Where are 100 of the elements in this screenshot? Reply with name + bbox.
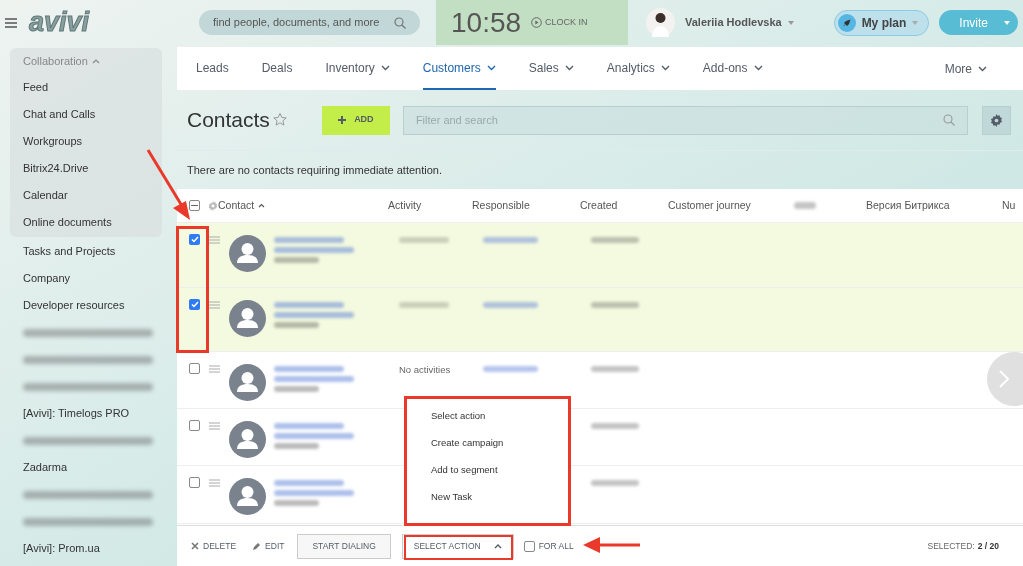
avatar-icon [229, 478, 266, 515]
settings-icon [990, 113, 1003, 127]
close-icon [191, 542, 199, 550]
blurred-text [274, 443, 319, 449]
play-icon [531, 17, 543, 28]
edit-button[interactable]: EDIT [252, 539, 285, 553]
more-tab[interactable]: More [944, 47, 987, 90]
sidebar-item[interactable]: Developer resources [10, 292, 162, 319]
column-header[interactable]: Nu [1002, 197, 1016, 214]
search-icon [394, 16, 406, 29]
column-header[interactable]: Contact [218, 197, 266, 214]
avatar-icon [229, 421, 266, 458]
drag-handle-icon[interactable] [209, 478, 220, 487]
for-all-checkbox[interactable] [523, 540, 535, 552]
row-checkbox[interactable] [189, 363, 200, 374]
column-header[interactable]: Activity [388, 197, 422, 214]
selected-count: 2 / 20 [977, 539, 999, 553]
blurred-text [274, 423, 344, 429]
chevron-down-icon [660, 64, 670, 71]
settings-button[interactable] [982, 105, 1011, 135]
chevron-right-icon [999, 370, 1009, 388]
blurred-text [483, 237, 538, 243]
sidebar-item[interactable]: Calendar [10, 182, 162, 209]
drag-handle-icon[interactable] [209, 235, 220, 244]
notice-text: There are no contacts requiring immediate attention. [187, 162, 442, 178]
sidebar-item[interactable]: Zadarma [10, 454, 162, 481]
sidebar-item[interactable]: Chat and Calls [10, 101, 162, 128]
avatar-icon [229, 364, 266, 401]
nav-tab[interactable]: Sales [528, 47, 574, 90]
drag-handle-icon[interactable] [209, 300, 220, 309]
drag-handle-icon[interactable] [209, 421, 220, 430]
star-icon[interactable] [271, 112, 288, 128]
table-row[interactable] [177, 223, 1023, 288]
delete-button[interactable]: DELETE [191, 539, 237, 553]
blurred-text [591, 480, 639, 486]
add-button[interactable]: ADD [321, 105, 390, 135]
start-dialing-button[interactable]: START DIALING [297, 533, 391, 559]
blurred-text [591, 366, 639, 372]
caret-icon [912, 20, 919, 25]
nav-tab[interactable]: Customers [422, 47, 496, 90]
drag-handle-icon[interactable] [209, 364, 220, 373]
page-title: Contacts [187, 107, 270, 134]
menu-item[interactable]: New Task [407, 483, 568, 510]
select-all-checkbox[interactable] [189, 200, 200, 211]
avatar-icon [229, 300, 266, 337]
avatar-icon [229, 235, 266, 272]
avatar[interactable] [646, 8, 675, 37]
plus-icon [338, 116, 347, 124]
sidebar-item[interactable]: Tasks and Projects [10, 238, 162, 265]
chevron-down-icon [486, 64, 496, 71]
blurred-text [591, 237, 639, 243]
chevron-down-icon [380, 64, 390, 71]
blurred-text [274, 366, 344, 372]
blurred-text [483, 366, 538, 372]
clock-in-button[interactable]: CLOCK IN [531, 15, 588, 30]
menu-icon[interactable] [5, 17, 17, 28]
row-checkbox[interactable] [189, 477, 200, 488]
user-menu[interactable]: Valeriia Hodlevska [685, 14, 794, 31]
selected-label: SELECTED: [927, 539, 975, 553]
nav-tab[interactable]: Inventory [325, 47, 390, 90]
column-header[interactable]: Версия Битрикса [866, 197, 950, 214]
select-action-button[interactable]: SELECT ACTION [401, 533, 514, 559]
menu-item[interactable]: Add to segment [407, 456, 568, 483]
sidebar-item[interactable]: Workgroups [10, 128, 162, 155]
sidebar-item[interactable]: Feed [10, 74, 162, 101]
blurred-text [483, 302, 538, 308]
sidebar-item[interactable]: Bitrix24.Drive [10, 155, 162, 182]
column-header[interactable]: Customer journey [668, 197, 751, 214]
sidebar-item[interactable]: [Avivi]: Timelogs PRO [10, 400, 162, 427]
table-row[interactable] [177, 288, 1023, 352]
column-header[interactable]: Responsible [472, 197, 530, 214]
row-checkbox[interactable] [189, 299, 200, 310]
row-checkbox[interactable] [189, 420, 200, 431]
sidebar-item[interactable]: Company [10, 265, 162, 292]
sidebar-item[interactable]: [Avivi]: Prom.ua [10, 535, 162, 562]
blurred-text [274, 500, 319, 506]
sidebar-item[interactable]: Online documents [10, 209, 162, 236]
blurred-text [274, 302, 344, 308]
chevron-down-icon [978, 65, 987, 72]
pencil-icon [252, 541, 262, 551]
blurred-text [274, 257, 319, 263]
nav-tab[interactable]: Add-ons [702, 47, 763, 90]
chevron-up-icon [493, 543, 502, 549]
nav-tab[interactable]: Deals [261, 47, 293, 90]
row-checkbox[interactable] [189, 234, 200, 245]
menu-item[interactable]: Create campaign [407, 429, 568, 456]
blurred-text [591, 302, 639, 308]
rocket-icon [837, 13, 856, 32]
nav-tab[interactable]: Leads [196, 47, 229, 90]
column-header[interactable]: Created [580, 197, 618, 214]
my-plan-button[interactable]: My plan [833, 9, 930, 36]
chevron-down-icon [753, 64, 763, 71]
blurred-text [399, 302, 449, 308]
nav-tab[interactable]: Analytics [606, 47, 670, 90]
caret-icon [1004, 20, 1011, 25]
settings-icon[interactable] [208, 200, 218, 211]
annotation-arrow [582, 536, 642, 554]
search-field[interactable]: find people, documents, and more [199, 10, 420, 35]
search-icon [943, 114, 955, 126]
caret-icon [787, 20, 794, 25]
